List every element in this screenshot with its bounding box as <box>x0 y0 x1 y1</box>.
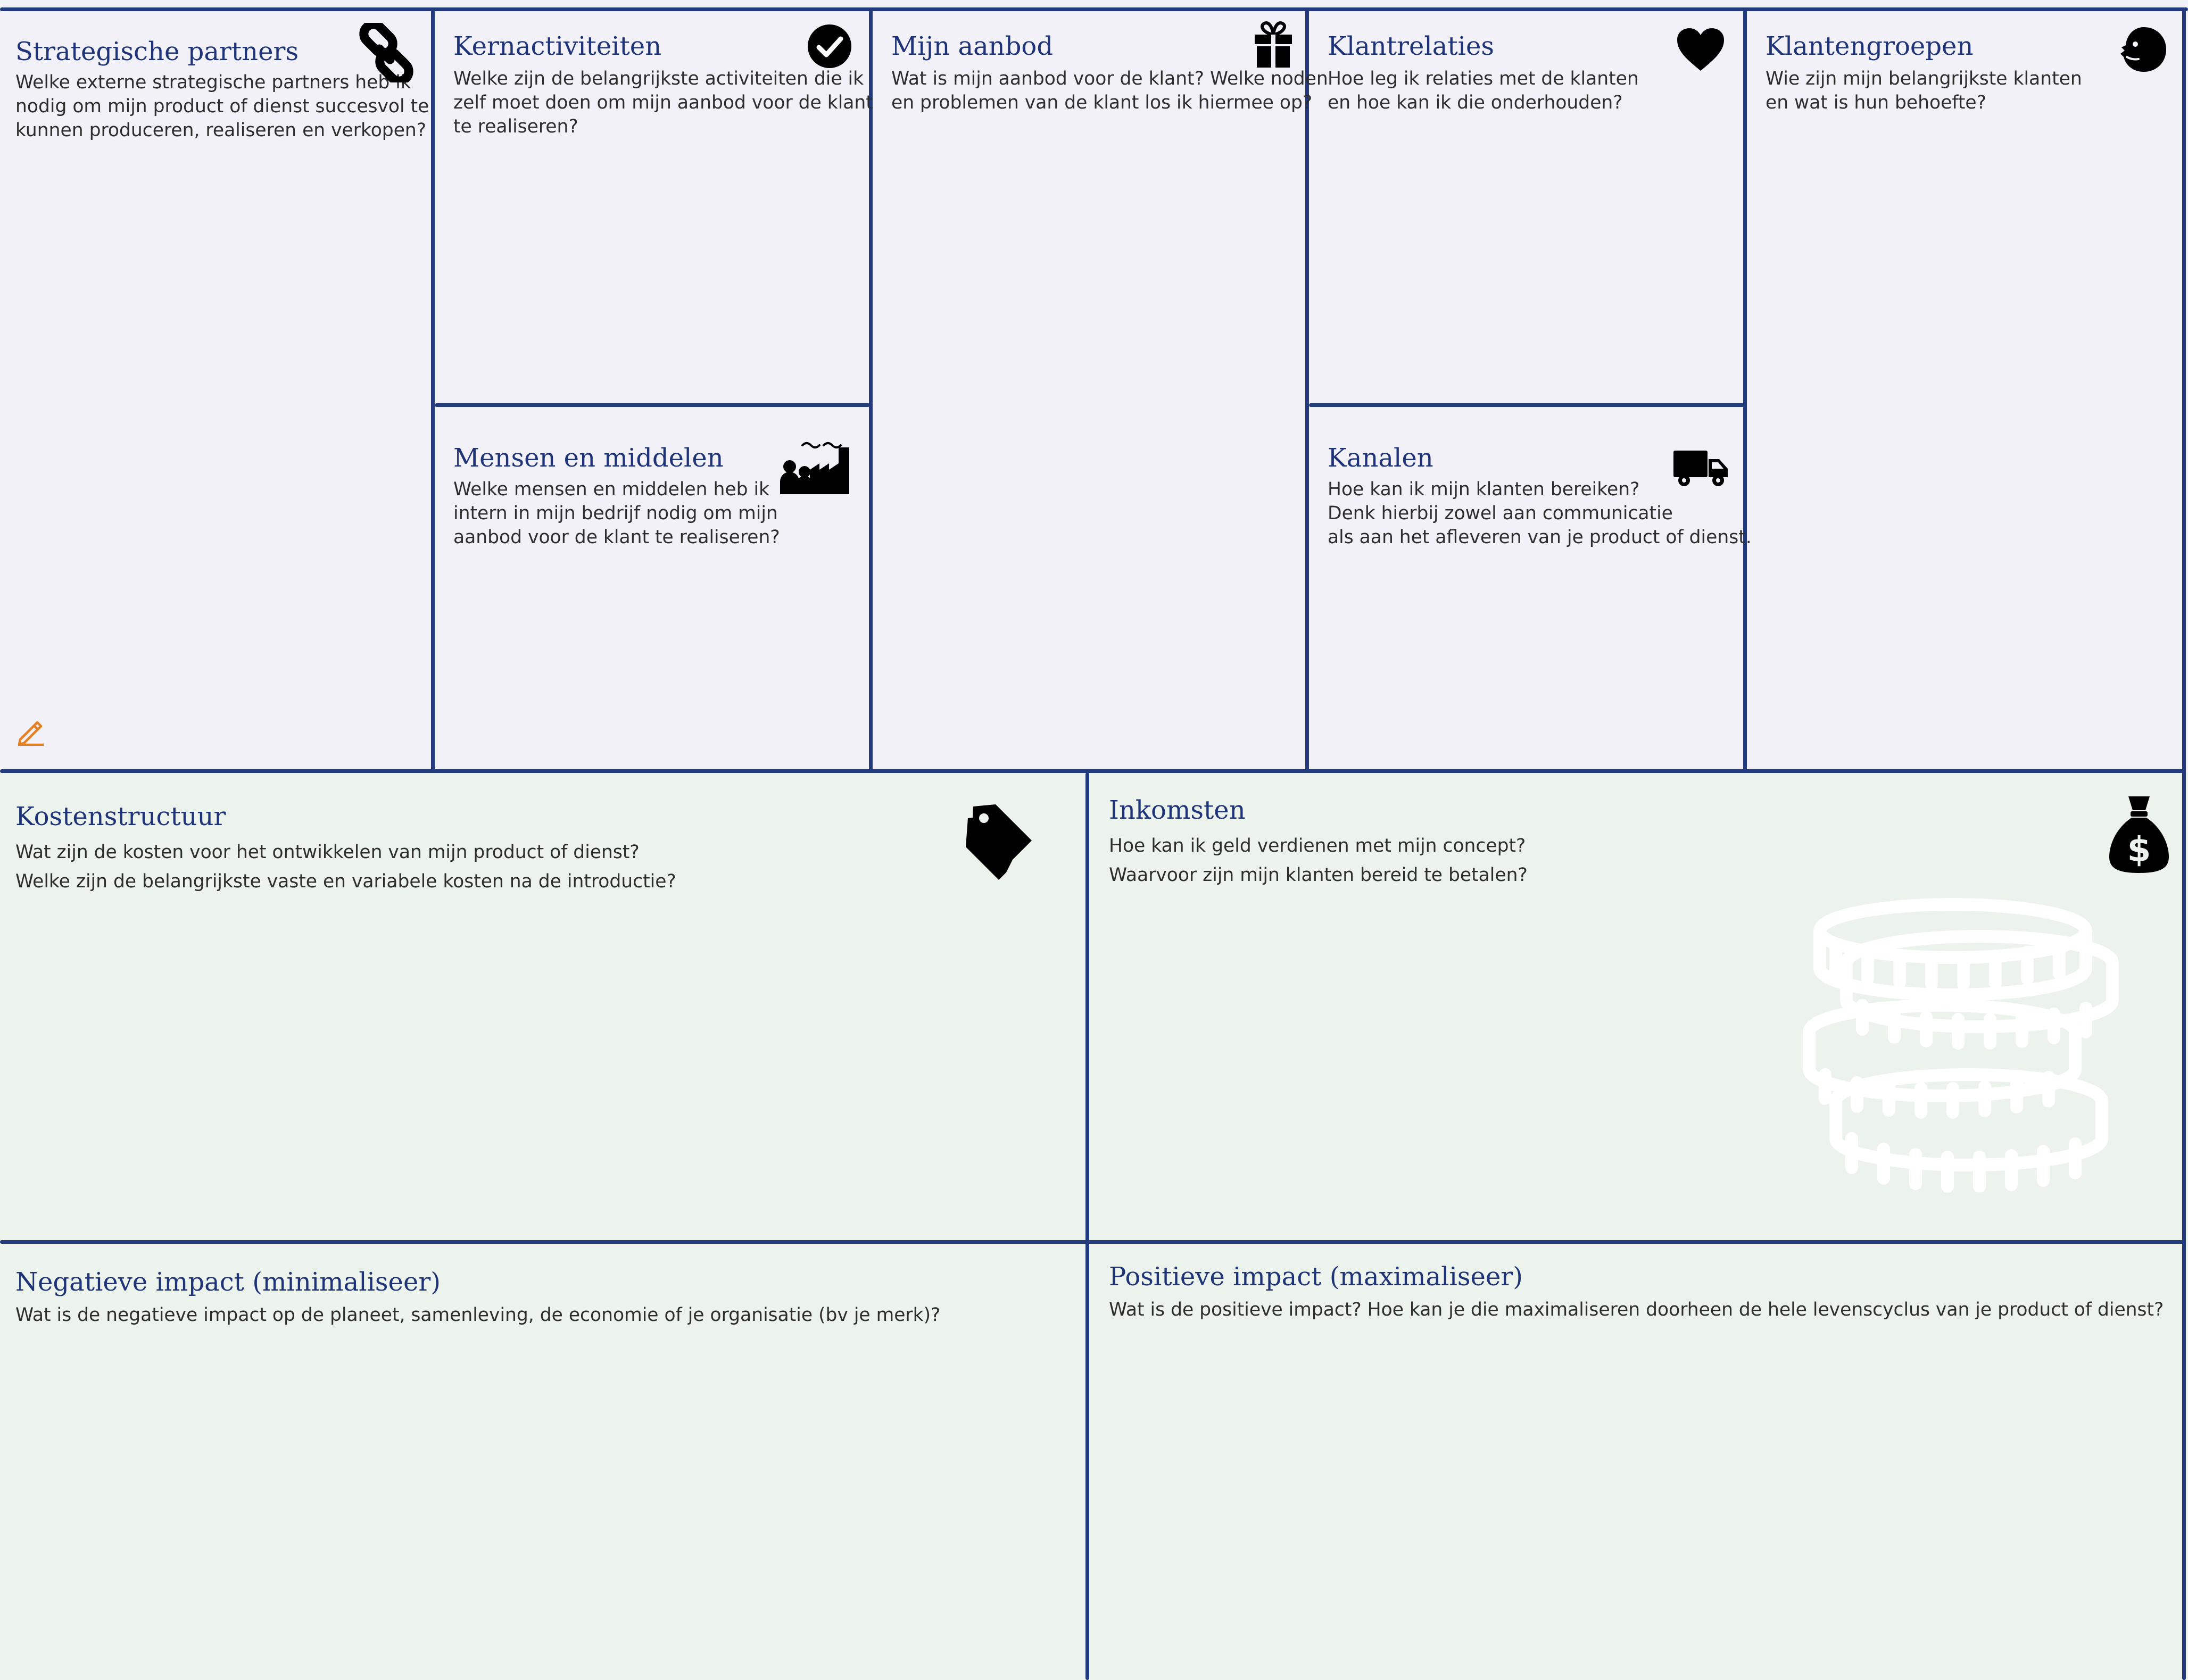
positive-impact-description: Wat is de positieve impact? Hoe kan je d… <box>1109 1298 2164 1322</box>
divider-vertical-3 <box>1305 7 1309 771</box>
truck-icon <box>1673 451 1728 486</box>
relations-description: Hoe leg ik relaties met de klanten en ho… <box>1328 67 1639 115</box>
activities-desc-line: te realiseren? <box>453 116 578 137</box>
people-factory-icon <box>780 442 849 494</box>
cell-cost-structure[interactable]: Kostenstructuur Wat zijn de kosten voor … <box>0 773 1085 1240</box>
channels-title: Kanalen <box>1328 443 1433 473</box>
activities-description: Welke zijn de belangrijkste activiteiten… <box>453 67 873 139</box>
business-model-canvas: Strategische partners Welke externe stra… <box>0 0 2188 1680</box>
cell-channels[interactable]: Kanalen Hoe kan ik mijn klanten bereiken… <box>1309 407 1752 769</box>
relations-desc-line: en hoe kan ik die onderhouden? <box>1328 92 1623 113</box>
segments-description: Wie zijn mijn belangrijkste klanten en w… <box>1766 67 2082 115</box>
divider-relations-channels <box>1309 403 1744 407</box>
revenue-title: Inkomsten <box>1109 795 1246 825</box>
pencil-icon[interactable] <box>16 716 46 746</box>
cell-positive-impact[interactable]: Positieve impact (maximaliseer) Wat is d… <box>1089 1244 2182 1680</box>
divider-vertical-bottom <box>1085 772 1089 1680</box>
offer-desc-line: Wat is mijn aanbod voor de klant? Welke … <box>891 68 1328 89</box>
channels-desc-line: Denk hierbij zowel aan communicatie <box>1328 503 1673 524</box>
divider-vertical-1 <box>431 7 435 771</box>
checkmark-circle-icon <box>808 24 851 68</box>
revenue-description: Hoe kan ik geld verdienen met mijn conce… <box>1109 831 1528 890</box>
top-border-line <box>0 7 2188 11</box>
resources-desc-line: Welke mensen en middelen heb ik <box>453 479 770 500</box>
right-border-line <box>2182 7 2186 1680</box>
activities-desc-line: Welke zijn de belangrijkste activiteiten… <box>453 68 864 89</box>
activities-title: Kernactiviteiten <box>453 31 662 61</box>
divider-impact <box>0 1240 2186 1244</box>
costs-description: Wat zijn de kosten voor het ontwikkelen … <box>15 838 676 896</box>
face-icon <box>2120 27 2166 72</box>
cell-value-proposition[interactable]: Mijn aanbod Wat is mijn aanbod voor de k… <box>873 11 1328 769</box>
segments-desc-line: Wie zijn mijn belangrijkste klanten <box>1766 68 2082 89</box>
divider-activities-resources <box>435 403 870 407</box>
resources-desc-line: intern in mijn bedrijf nodig om mijn <box>453 503 778 524</box>
resources-title: Mensen en middelen <box>453 443 724 473</box>
resources-desc-line: aanbod voor de klant te realiseren? <box>453 527 780 548</box>
svg-text:$: $ <box>2127 830 2151 870</box>
cell-revenue-streams[interactable]: Inkomsten Hoe kan ik geld verdienen met … <box>1089 773 2182 1240</box>
channels-description: Hoe kan ik mijn klanten bereiken? Denk h… <box>1328 478 1752 550</box>
offer-description: Wat is mijn aanbod voor de klant? Welke … <box>891 67 1328 115</box>
costs-title: Kostenstructuur <box>15 802 226 831</box>
cell-customer-segments[interactable]: Klantengroepen Wie zijn mijn belangrijks… <box>1747 11 2182 769</box>
relations-desc-line: Hoe leg ik relaties met de klanten <box>1328 68 1639 89</box>
heart-icon <box>1677 28 1724 71</box>
revenue-desc-line: Hoe kan ik geld verdienen met mijn conce… <box>1109 835 1526 856</box>
offer-title: Mijn aanbod <box>891 31 1054 61</box>
channels-desc-line: als aan het afleveren van je product of … <box>1328 527 1752 548</box>
cell-strategic-partners[interactable]: Strategische partners Welke externe stra… <box>0 11 431 769</box>
positive-impact-desc-line: Wat is de positieve impact? Hoe kan je d… <box>1109 1299 2164 1320</box>
revenue-desc-line: Waarvoor zijn mijn klanten bereid te bet… <box>1109 864 1528 886</box>
resources-description: Welke mensen en middelen heb ik intern i… <box>453 478 780 550</box>
partners-title: Strategische partners <box>15 37 299 66</box>
activities-desc-line: zelf moet doen om mijn aanbod voor de kl… <box>453 92 873 113</box>
positive-impact-title: Positieve impact (maximaliseer) <box>1109 1262 1523 1292</box>
divider-vertical-4 <box>1743 7 1747 771</box>
costs-desc-line: Welke zijn de belangrijkste vaste en var… <box>15 871 676 892</box>
gift-icon <box>1255 21 1292 68</box>
segments-title: Klantengroepen <box>1766 31 1974 61</box>
partners-desc-line: kunnen produceren, realiseren en verkope… <box>15 120 427 141</box>
negative-impact-desc-line: Wat is de negatieve impact op de planeet… <box>15 1304 941 1326</box>
partners-desc-line: nodig om mijn product of dienst succesvo… <box>15 96 429 117</box>
link-icon <box>359 23 413 82</box>
segments-desc-line: en wat is hun behoefte? <box>1766 92 1986 113</box>
cell-key-resources[interactable]: Mensen en middelen Welke mensen en midde… <box>435 407 869 769</box>
offer-desc-line: en problemen van de klant los ik hiermee… <box>891 92 1313 113</box>
cell-customer-relationships[interactable]: Klantrelaties Hoe leg ik relaties met de… <box>1309 11 1743 403</box>
costs-desc-line: Wat zijn de kosten voor het ontwikkelen … <box>15 842 640 863</box>
cell-negative-impact[interactable]: Negatieve impact (minimaliseer) Wat is d… <box>0 1244 1085 1680</box>
negative-impact-title: Negatieve impact (minimaliseer) <box>15 1267 441 1297</box>
divider-top-bottom <box>0 769 2186 773</box>
relations-title: Klantrelaties <box>1328 31 1495 61</box>
negative-impact-description: Wat is de negatieve impact op de planeet… <box>15 1303 940 1327</box>
money-bag-icon: $ <box>2109 796 2169 873</box>
price-tags-icon <box>966 804 1032 880</box>
cell-key-activities[interactable]: Kernactiviteiten Welke zijn de belangrij… <box>435 11 873 403</box>
